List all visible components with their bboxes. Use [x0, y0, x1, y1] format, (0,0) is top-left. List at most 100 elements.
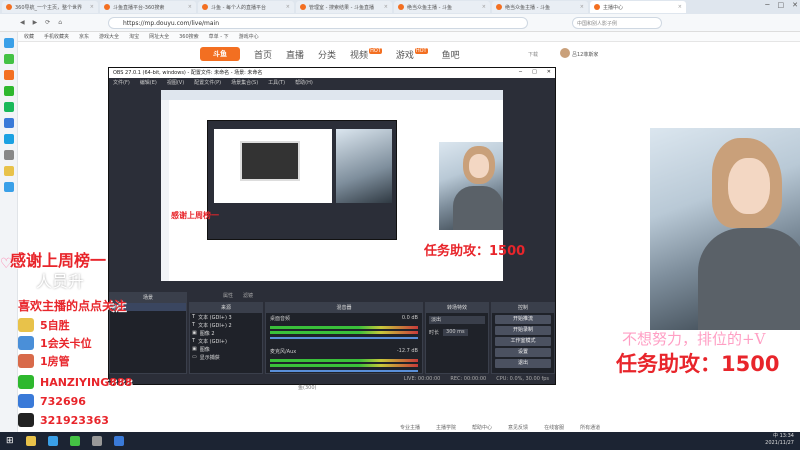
sidebar-app-icon[interactable] — [3, 166, 14, 176]
bookmark-item[interactable]: 网址大全 — [149, 33, 169, 40]
footer-link[interactable]: 专业主播 — [400, 424, 420, 431]
source-item[interactable]: T 文本 (GDI+) 2 — [190, 321, 262, 329]
tab-close-icon[interactable]: × — [90, 4, 94, 10]
browser-tab-active[interactable]: 主播中心 × — [590, 1, 686, 13]
refresh-icon[interactable]: ⟳ — [45, 19, 50, 26]
nav-home[interactable]: 首页 — [254, 48, 272, 61]
sidebar-app-icon[interactable] — [3, 102, 14, 112]
browser-tab[interactable]: 管理室 - 搜索结果 - 斗鱼直播 × — [296, 1, 392, 13]
system-tray[interactable]: 中 13:34 2021/11/27 — [765, 433, 794, 447]
footer-link[interactable]: 意见反馈 — [508, 424, 528, 431]
taskbar-app-icon[interactable] — [91, 436, 102, 446]
footer-link[interactable]: 所有通道 — [580, 424, 600, 431]
footer-link[interactable]: 帮助中心 — [472, 424, 492, 431]
menu-item[interactable]: 帮助(H) — [295, 79, 313, 86]
sidebar-app-icon[interactable] — [3, 134, 14, 144]
bookmark-item[interactable]: 游戏大全 — [99, 33, 119, 40]
volume-slider[interactable] — [270, 370, 418, 372]
menu-item[interactable]: 配置文件(P) — [194, 79, 221, 86]
username[interactable]: 吕12菲斯家 — [572, 51, 598, 58]
home-icon[interactable]: ⌂ — [58, 19, 62, 26]
tab-close-icon[interactable]: × — [580, 4, 584, 10]
bookmark-item[interactable]: 手机收藏夹 — [44, 33, 69, 40]
tab-close-icon[interactable]: × — [384, 4, 388, 10]
footer-link[interactable]: 主播学院 — [436, 424, 456, 431]
tab-close-icon[interactable]: × — [678, 4, 682, 10]
ime-indicator[interactable]: 中 — [773, 433, 778, 439]
image-source-icon: ▣ — [192, 330, 197, 336]
tab-favicon-icon — [594, 4, 600, 10]
url-input[interactable]: https://mp.douyu.com/live/main — [108, 17, 528, 29]
badge-icon — [18, 318, 34, 332]
bookmark-item[interactable]: 游戏中心 — [239, 33, 259, 40]
volume-slider[interactable] — [270, 337, 418, 339]
nav-yuba[interactable]: 鱼吧 — [442, 48, 460, 61]
minimize-icon[interactable]: ─ — [519, 69, 522, 77]
download-link[interactable]: 下载 — [528, 51, 538, 58]
sidebar-app-icon[interactable] — [3, 118, 14, 128]
back-icon[interactable]: ◀ — [20, 19, 25, 26]
browser-search-input[interactable]: 中国和别人影子例 — [572, 17, 662, 29]
menu-item[interactable]: 文件(F) — [113, 79, 130, 86]
source-item[interactable]: ▣ 图像 2 — [190, 329, 262, 337]
sidebar-app-icon[interactable] — [3, 86, 14, 96]
taskbar-app-icon[interactable] — [113, 436, 124, 446]
source-item[interactable]: T 文本 (GDI+) 3 — [190, 313, 262, 321]
bookmark-item[interactable]: 草单 - 下 — [209, 33, 229, 40]
settings-button[interactable]: 设置 — [495, 348, 551, 357]
taskbar-app-icon[interactable] — [69, 436, 80, 446]
browser-tab[interactable]: 绝当众鱼主播 - 斗鱼 × — [492, 1, 588, 13]
streamer-photo — [650, 128, 800, 330]
properties-button[interactable]: 属性 — [223, 292, 233, 299]
tab-close-icon[interactable]: × — [286, 4, 290, 10]
text-source-icon: T — [192, 338, 196, 344]
duration-input[interactable]: 300 ms — [443, 329, 468, 336]
start-streaming-button[interactable]: 开始推流 — [495, 315, 551, 324]
sidebar-app-icon[interactable] — [3, 38, 14, 48]
browser-tab[interactable]: 360导航_一个主页，整个世界 × — [2, 1, 98, 13]
obs-menubar: 文件(F) 编辑(E) 视图(V) 配置文件(P) 场景集合(S) 工具(T) … — [109, 78, 555, 87]
browser-tab[interactable]: 斗鱼直播平台-360搜索 × — [100, 1, 196, 13]
close-icon[interactable]: ✕ — [547, 69, 551, 77]
browser-tab[interactable]: 绝当众鱼主播 - 斗鱼 × — [394, 1, 490, 13]
avatar[interactable] — [560, 48, 570, 58]
bookmark-item[interactable]: 360搜索 — [179, 33, 199, 40]
transition-select[interactable]: 淡出 — [429, 316, 485, 324]
nav-live[interactable]: 直播 — [286, 48, 304, 61]
forward-icon[interactable]: ▶ — [33, 19, 38, 26]
windows-start-icon[interactable]: ⊞ — [6, 436, 14, 446]
bookmark-item[interactable]: 收藏 — [24, 33, 34, 40]
nav-game[interactable]: 游戏 HOT — [396, 47, 428, 61]
exit-button[interactable]: 退出 — [495, 359, 551, 368]
source-item[interactable]: T 文本 (GDI+) — [190, 337, 262, 345]
sidebar-app-icon[interactable] — [3, 70, 14, 80]
start-recording-button[interactable]: 开始录制 — [495, 326, 551, 335]
taskbar-app-icon[interactable] — [25, 436, 36, 446]
taskbar-app-icon[interactable] — [47, 436, 58, 446]
sidebar-app-icon[interactable] — [3, 182, 14, 192]
source-item[interactable]: ▭ 显示捕获 — [190, 353, 262, 361]
bookmark-item[interactable]: 淘宝 — [129, 33, 139, 40]
nav-video[interactable]: 视频 HOT — [350, 47, 382, 61]
hot-badge: HOT — [369, 47, 382, 54]
menu-item[interactable]: 工具(T) — [268, 79, 285, 86]
footer-link[interactable]: 在线客服 — [544, 424, 564, 431]
nav-category[interactable]: 分类 — [318, 48, 336, 61]
studio-mode-button[interactable]: 工作室模式 — [495, 337, 551, 346]
minimize-icon[interactable]: ─ — [765, 1, 769, 9]
source-item[interactable]: ▣ 图像 — [190, 345, 262, 353]
menu-item[interactable]: 视图(V) — [167, 79, 184, 86]
maximize-icon[interactable]: □ — [778, 1, 785, 9]
tab-close-icon[interactable]: × — [188, 4, 192, 10]
menu-item[interactable]: 场景集合(S) — [231, 79, 258, 86]
close-icon[interactable]: ✕ — [792, 1, 798, 9]
menu-item[interactable]: 编辑(E) — [140, 79, 157, 86]
sidebar-app-icon[interactable] — [3, 150, 14, 160]
bookmark-item[interactable]: 京东 — [79, 33, 89, 40]
sidebar-app-icon[interactable] — [3, 54, 14, 64]
filters-button[interactable]: 滤镜 — [243, 292, 253, 299]
douyu-logo[interactable]: 斗鱼 — [200, 47, 240, 61]
browser-tab[interactable]: 斗鱼 - 每个人的直播平台 × — [198, 1, 294, 13]
tab-close-icon[interactable]: × — [482, 4, 486, 10]
maximize-icon[interactable]: □ — [532, 69, 537, 77]
